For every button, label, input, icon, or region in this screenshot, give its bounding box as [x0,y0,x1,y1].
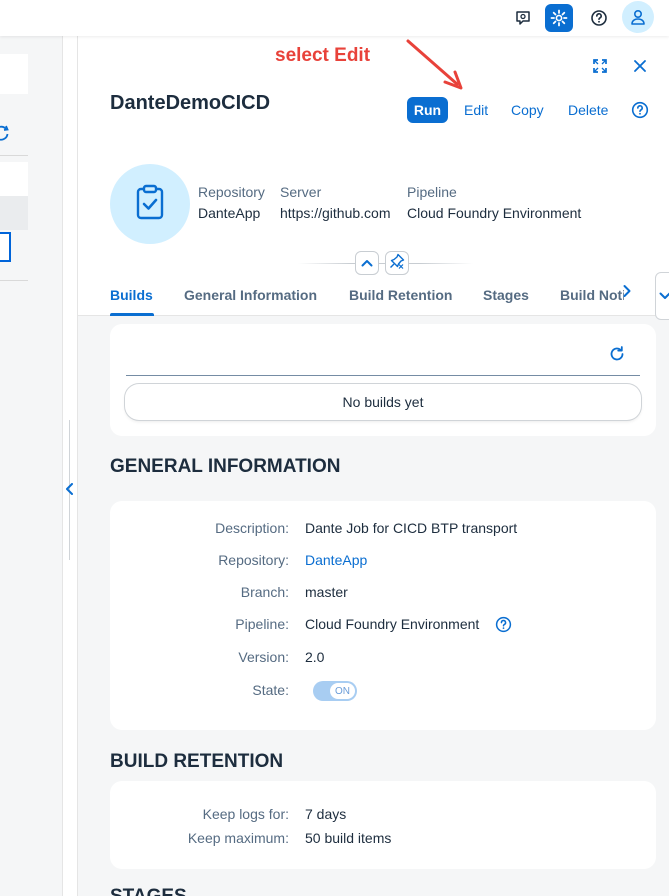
left-panel-header [0,54,28,94]
state-switch[interactable]: ON [313,681,357,701]
pipeline-value: Cloud Foundry Environment [305,616,480,632]
annotation-label: select Edit [275,45,371,66]
description-value: Dante Job for CICD BTP transport [305,520,518,536]
panel-splitter[interactable] [62,36,78,896]
left-panel [0,36,62,896]
keep-maximum-value: 50 build items [305,830,392,846]
left-panel-list-header [0,196,28,230]
state-label: State: [252,682,289,698]
keep-logs-value: 7 days [305,806,347,822]
keep-logs-label: Keep logs for: [202,806,289,822]
delete-button[interactable]: Delete [568,97,608,123]
build-retention-title: BUILD RETENTION [110,751,284,772]
object-header: select Edit DanteDemoCICD Run Edit Copy … [78,36,669,320]
version-value: 2.0 [305,649,325,665]
builds-toolbar-divider [126,375,640,376]
stages-title: STAGES [110,886,187,896]
chevron-down-icon [659,287,669,305]
unpin-icon [389,253,405,274]
feedback-icon[interactable] [509,4,537,32]
left-panel-input[interactable] [0,232,11,262]
close-icon[interactable] [629,55,651,77]
repository-link[interactable]: DanteApp [305,552,367,568]
tab-overflow-button[interactable] [655,272,669,320]
repository-label: Repository: [218,552,289,568]
tab-builds[interactable]: Builds [110,287,153,303]
job-avatar [110,164,190,244]
divider [0,155,28,156]
pin-header-button[interactable] [385,251,409,275]
pipeline-label: Pipeline: [235,616,289,632]
help-icon[interactable] [629,99,651,121]
fullscreen-icon[interactable] [589,55,611,77]
tab-build-retention[interactable]: Build Retention [349,287,452,303]
state-switch-text: ON [330,683,355,699]
refresh-icon[interactable] [0,124,16,146]
chevron-up-icon [361,254,373,272]
main-panel: select Edit DanteDemoCICD Run Edit Copy … [78,36,669,896]
general-information-card: Description: Dante Job for CICD BTP tran… [110,501,656,730]
version-label: Version: [238,649,289,665]
shell-bar [0,0,669,36]
repository-attr-label: Repository [198,184,265,200]
branch-value: master [305,584,348,600]
branch-label: Branch: [240,584,289,600]
copy-button[interactable]: Copy [511,97,544,123]
pipeline-attr-label: Pipeline [407,184,457,200]
help-icon[interactable] [494,615,512,633]
builds-card: No builds yet [110,324,656,436]
divider [0,280,28,281]
general-information-title: GENERAL INFORMATION [110,456,341,477]
server-attr-value: https://github.com [280,205,391,221]
collapse-header-button[interactable] [355,251,379,275]
no-builds-message: No builds yet [125,384,641,420]
user-icon[interactable] [622,1,654,33]
tab-general-information[interactable]: General Information [184,287,317,303]
page-title: DanteDemoCICD [110,92,271,114]
repository-attr-value: DanteApp [198,205,261,221]
refresh-icon[interactable] [605,342,629,366]
left-panel-list-item[interactable] [0,162,28,196]
run-button[interactable]: Run [407,97,448,123]
edit-button[interactable]: Edit [464,97,488,123]
chevron-right-icon[interactable] [622,284,632,303]
description-label: Description: [215,520,289,536]
tab-stages[interactable]: Stages [483,287,529,303]
build-retention-card: Keep logs for: 7 days Keep maximum: 50 b… [110,781,656,869]
collapse-left-icon[interactable] [63,478,77,500]
tab-build-notifications[interactable]: Build Notifications [560,287,624,303]
tab-selected-indicator [110,313,154,316]
settings-icon[interactable] [545,4,573,32]
server-attr-label: Server [280,184,322,200]
tab-bar: Builds General Information Build Retenti… [78,272,669,320]
pipeline-attr-value: Cloud Foundry Environment [407,205,582,221]
annotation-arrow-icon [406,39,463,90]
help-icon[interactable] [585,4,613,32]
clipboard-check-icon [134,184,166,225]
keep-maximum-label: Keep maximum: [187,830,289,846]
